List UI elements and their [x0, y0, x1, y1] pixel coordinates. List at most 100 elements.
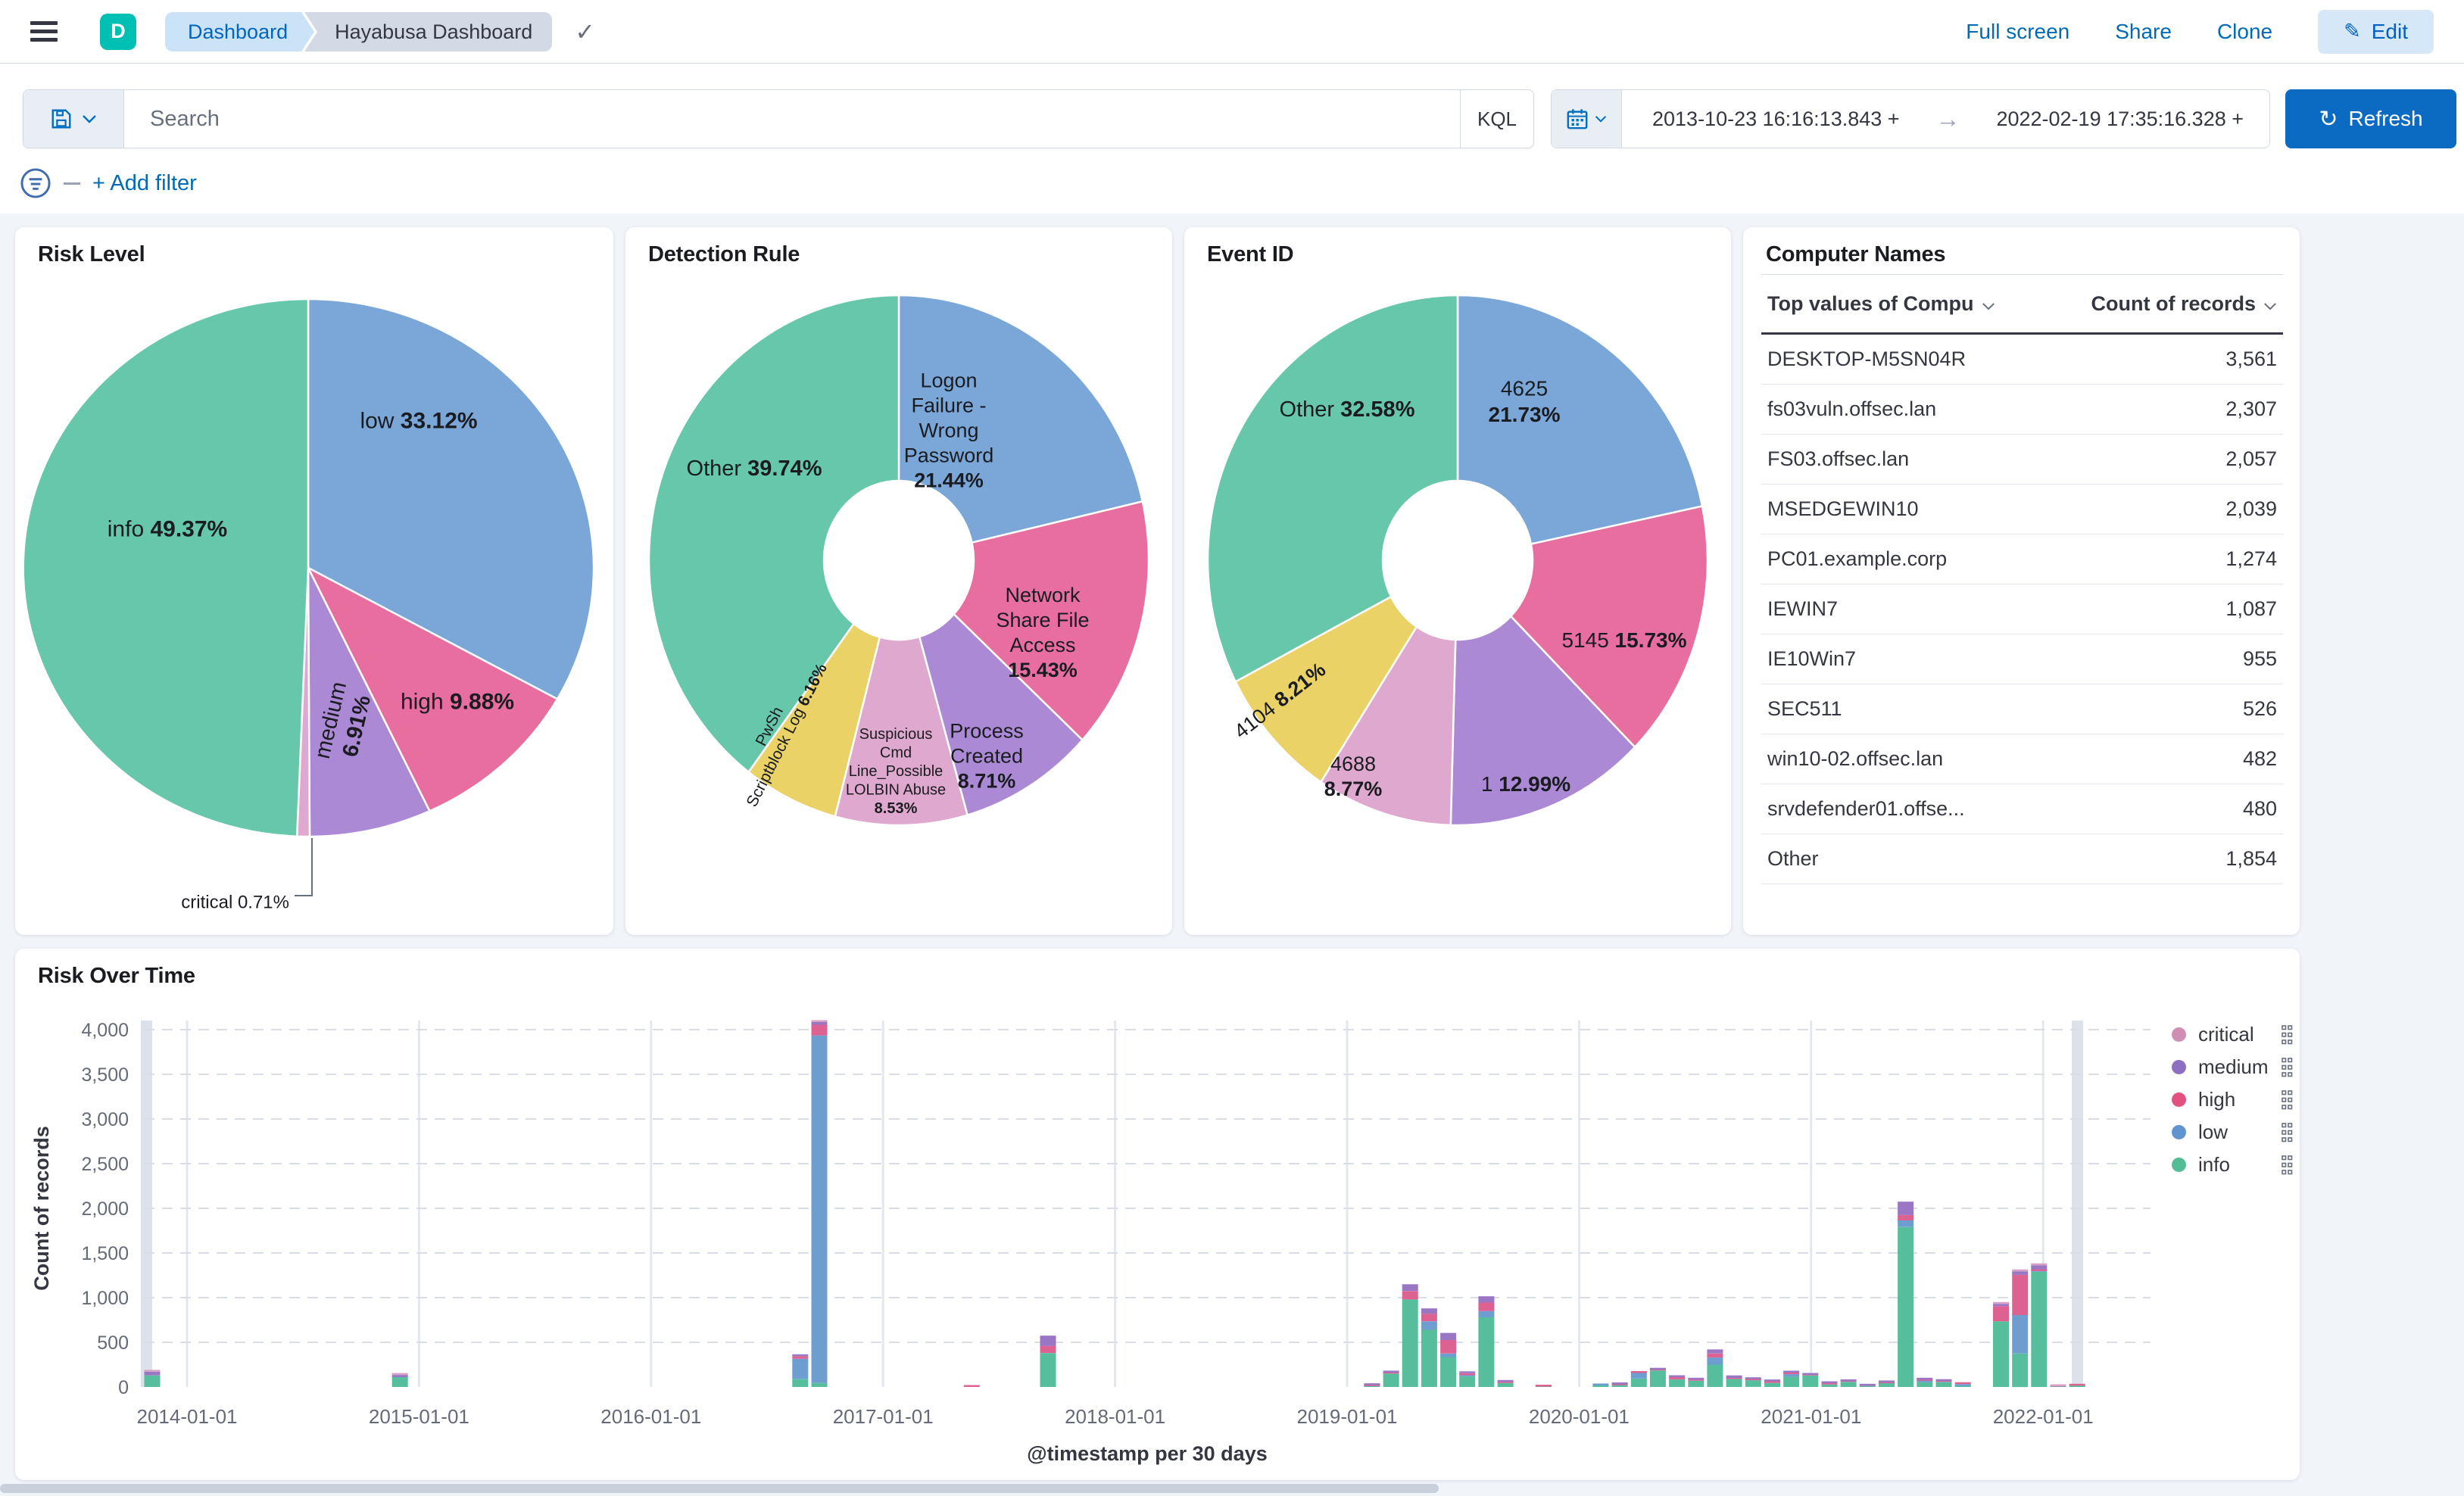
- table-row[interactable]: win10-02.offsec.lan 482: [1761, 734, 2283, 784]
- bar-segment-info[interactable]: [1707, 1364, 1723, 1388]
- pie-slice-info[interactable]: [22, 298, 310, 837]
- bar-segment-info[interactable]: [1497, 1382, 1514, 1387]
- edit-button[interactable]: ✎ Edit: [2318, 9, 2434, 54]
- bar-segment-medium[interactable]: [1726, 1375, 1742, 1378]
- bar-segment-medium[interactable]: [1402, 1284, 1418, 1292]
- bar-segment-critical[interactable]: [811, 1020, 828, 1023]
- bar-segment-high[interactable]: [1040, 1345, 1056, 1354]
- refresh-button[interactable]: ↻ Refresh: [2285, 89, 2456, 148]
- bar-segment-high[interactable]: [1898, 1214, 1914, 1220]
- add-filter-button[interactable]: + Add filter: [92, 171, 197, 196]
- bar-segment-info[interactable]: [1669, 1379, 1686, 1387]
- table-row[interactable]: MSEDGEWIN10 2,039: [1761, 484, 2283, 535]
- kql-language-button[interactable]: KQL: [1460, 90, 1533, 148]
- bar-segment-low[interactable]: [811, 1035, 828, 1383]
- bar-segment-medium[interactable]: [1859, 1383, 1876, 1386]
- bar-segment-medium[interactable]: [811, 1022, 828, 1025]
- table-row[interactable]: DESKTOP-M5SN04R 3,561: [1761, 333, 2283, 385]
- bar-segment-high[interactable]: [1954, 1382, 1971, 1385]
- menu-icon[interactable]: [30, 21, 58, 42]
- bar-segment-info[interactable]: [1879, 1383, 1895, 1387]
- bar-segment-medium[interactable]: [1802, 1373, 1819, 1376]
- bar-segment-critical[interactable]: [2012, 1269, 2029, 1272]
- bar-segment-info[interactable]: [1783, 1376, 1800, 1387]
- date-from[interactable]: 2013-10-23 16:16:13.843 +: [1652, 108, 1900, 131]
- bar-segment-medium[interactable]: [1764, 1379, 1780, 1382]
- bar-segment-high[interactable]: [811, 1024, 828, 1036]
- bar-segment-high[interactable]: [1421, 1314, 1437, 1322]
- saved-query-menu-button[interactable]: [23, 90, 124, 148]
- table-row[interactable]: fs03vuln.offsec.lan 2,307: [1761, 384, 2283, 435]
- bar-segment-info[interactable]: [1459, 1376, 1476, 1387]
- bar-segment-info[interactable]: [1726, 1379, 1742, 1387]
- bar-segment-medium[interactable]: [1993, 1304, 2009, 1307]
- bar-segment-high[interactable]: [963, 1385, 980, 1388]
- pie-slice-other[interactable]: [1206, 294, 1459, 684]
- bar-segment-critical[interactable]: [2031, 1263, 2048, 1266]
- bar-segment-critical[interactable]: [144, 1370, 161, 1372]
- bar-segment-low[interactable]: [1898, 1220, 1914, 1227]
- bar-segment-medium[interactable]: [1840, 1379, 1857, 1382]
- bar-segment-info[interactable]: [1402, 1299, 1418, 1387]
- bar-segment-low[interactable]: [1630, 1373, 1647, 1379]
- bar-segment-medium[interactable]: [1611, 1382, 1628, 1385]
- legend-item-critical[interactable]: critical: [2172, 1018, 2293, 1051]
- breadcrumb-current-dashboard[interactable]: Hayabusa Dashboard: [304, 11, 553, 51]
- table-row[interactable]: IE10Win7 955: [1761, 634, 2283, 684]
- bar-segment-info[interactable]: [1917, 1382, 1933, 1387]
- bar-segment-medium[interactable]: [1707, 1349, 1723, 1354]
- bar-segment-medium[interactable]: [1935, 1379, 1952, 1382]
- bar-segment-info[interactable]: [1993, 1321, 2009, 1387]
- legend-item-info[interactable]: info: [2172, 1148, 2293, 1181]
- bar-segment-info[interactable]: [1649, 1370, 1666, 1387]
- bar-segment-medium[interactable]: [1040, 1335, 1056, 1346]
- column-header-count[interactable]: Count of records: [2047, 274, 2283, 335]
- bar-segment-medium[interactable]: [1478, 1296, 1495, 1303]
- bar-segment-medium[interactable]: [2012, 1271, 2029, 1275]
- bar-segment-critical[interactable]: [2050, 1384, 2066, 1387]
- bar-segment-info[interactable]: [1040, 1353, 1056, 1387]
- bar-segment-info[interactable]: [1821, 1384, 1838, 1387]
- table-row[interactable]: FS03.offsec.lan 2,057: [1761, 434, 2283, 485]
- bar-segment-info[interactable]: [1688, 1380, 1705, 1387]
- date-to[interactable]: 2022-02-19 17:35:16.328 +: [1996, 108, 2244, 131]
- bar-segment-high[interactable]: [1478, 1302, 1495, 1311]
- bar-segment-high[interactable]: [2069, 1383, 2085, 1386]
- bar-segment-medium[interactable]: [1364, 1383, 1380, 1385]
- bar-segment-info[interactable]: [2012, 1353, 2029, 1388]
- panel-title[interactable]: Computer Names: [1766, 242, 1946, 267]
- bar-segment-low[interactable]: [792, 1358, 809, 1379]
- bar-segment-medium[interactable]: [1421, 1308, 1437, 1314]
- bar-segment-medium[interactable]: [1459, 1371, 1476, 1373]
- bar-segment-high[interactable]: [1993, 1306, 2009, 1322]
- drag-handle-icon[interactable]: [2282, 1155, 2293, 1175]
- bar-segment-medium[interactable]: [1383, 1370, 1399, 1373]
- bar-segment-info[interactable]: [2031, 1271, 2048, 1387]
- bar-segment-info[interactable]: [1935, 1382, 1952, 1387]
- bar-segment-info[interactable]: [1383, 1373, 1399, 1387]
- bar-segment-low[interactable]: [2012, 1315, 2029, 1354]
- bar-segment-info[interactable]: [1764, 1382, 1780, 1387]
- bar-segment-high[interactable]: [2012, 1274, 2029, 1315]
- check-icon[interactable]: ✓: [575, 17, 595, 46]
- filter-icon[interactable]: [20, 167, 51, 199]
- bar-segment-low[interactable]: [1917, 1380, 1933, 1382]
- column-header-computer[interactable]: Top values of Compu: [1761, 274, 2048, 335]
- bar-segment-medium[interactable]: [1497, 1379, 1514, 1382]
- bar-segment-medium[interactable]: [1688, 1377, 1705, 1380]
- search-input[interactable]: [124, 106, 1460, 132]
- bar-segment-medium[interactable]: [1898, 1201, 1914, 1215]
- bar-segment-high[interactable]: [792, 1356, 809, 1359]
- table-row[interactable]: Other 1,854: [1761, 834, 2283, 884]
- breadcrumb-dashboard[interactable]: Dashboard: [165, 11, 315, 51]
- drag-handle-icon[interactable]: [2282, 1122, 2293, 1142]
- table-row[interactable]: IEWIN7 1,087: [1761, 584, 2283, 634]
- bar-segment-info[interactable]: [811, 1382, 828, 1387]
- bar-segment-high[interactable]: [1707, 1353, 1723, 1358]
- bar-segment-high[interactable]: [2031, 1269, 2048, 1271]
- bar-segment-medium[interactable]: [1821, 1381, 1838, 1384]
- bar-segment-medium[interactable]: [2031, 1265, 2048, 1270]
- drag-handle-icon[interactable]: [2282, 1089, 2293, 1110]
- bar-segment-low[interactable]: [1592, 1383, 1609, 1385]
- bar-segment-medium[interactable]: [1879, 1380, 1895, 1382]
